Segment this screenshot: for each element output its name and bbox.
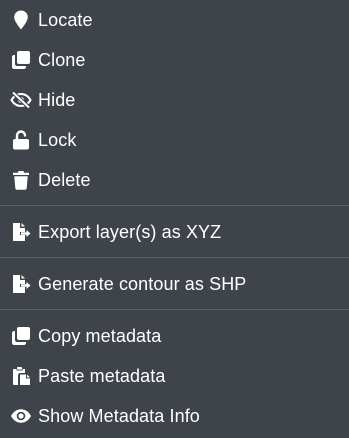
menu-item-show-metadata-info[interactable]: Show Metadata Info <box>0 396 349 436</box>
menu-item-label: Clone <box>38 50 86 70</box>
menu-divider <box>0 205 349 206</box>
menu-item-lock[interactable]: Lock <box>0 120 349 160</box>
menu-item-paste-metadata[interactable]: Paste metadata <box>0 356 349 396</box>
file-export-icon <box>10 273 32 295</box>
menu-item-label: Show Metadata Info <box>38 406 200 426</box>
layer-context-menu: Locate Clone Hide Lock Delete Export lay… <box>0 0 349 438</box>
menu-item-label: Copy metadata <box>38 326 162 346</box>
eye-icon <box>10 405 32 427</box>
menu-item-copy-metadata[interactable]: Copy metadata <box>0 316 349 356</box>
menu-item-export-xyz[interactable]: Export layer(s) as XYZ <box>0 212 349 252</box>
menu-divider <box>0 309 349 310</box>
menu-item-label: Hide <box>38 90 76 110</box>
menu-item-label: Export layer(s) as XYZ <box>38 222 222 242</box>
menu-item-label: Lock <box>38 130 77 150</box>
copy-icon <box>10 325 32 347</box>
menu-item-label: Locate <box>38 10 93 30</box>
menu-item-clone[interactable]: Clone <box>0 40 349 80</box>
menu-item-label: Delete <box>38 170 91 190</box>
menu-item-label: Generate contour as SHP <box>38 274 247 294</box>
unlock-icon <box>10 129 32 151</box>
menu-item-label: Paste metadata <box>38 366 166 386</box>
eye-slash-icon <box>10 89 32 111</box>
menu-divider <box>0 257 349 258</box>
menu-item-generate-contour[interactable]: Generate contour as SHP <box>0 264 349 304</box>
map-marker-icon <box>10 9 32 31</box>
trash-icon <box>10 169 32 191</box>
clone-icon <box>10 49 32 71</box>
menu-item-hide[interactable]: Hide <box>0 80 349 120</box>
menu-item-delete[interactable]: Delete <box>0 160 349 200</box>
file-export-icon <box>10 221 32 243</box>
paste-icon <box>10 365 32 387</box>
menu-item-locate[interactable]: Locate <box>0 0 349 40</box>
